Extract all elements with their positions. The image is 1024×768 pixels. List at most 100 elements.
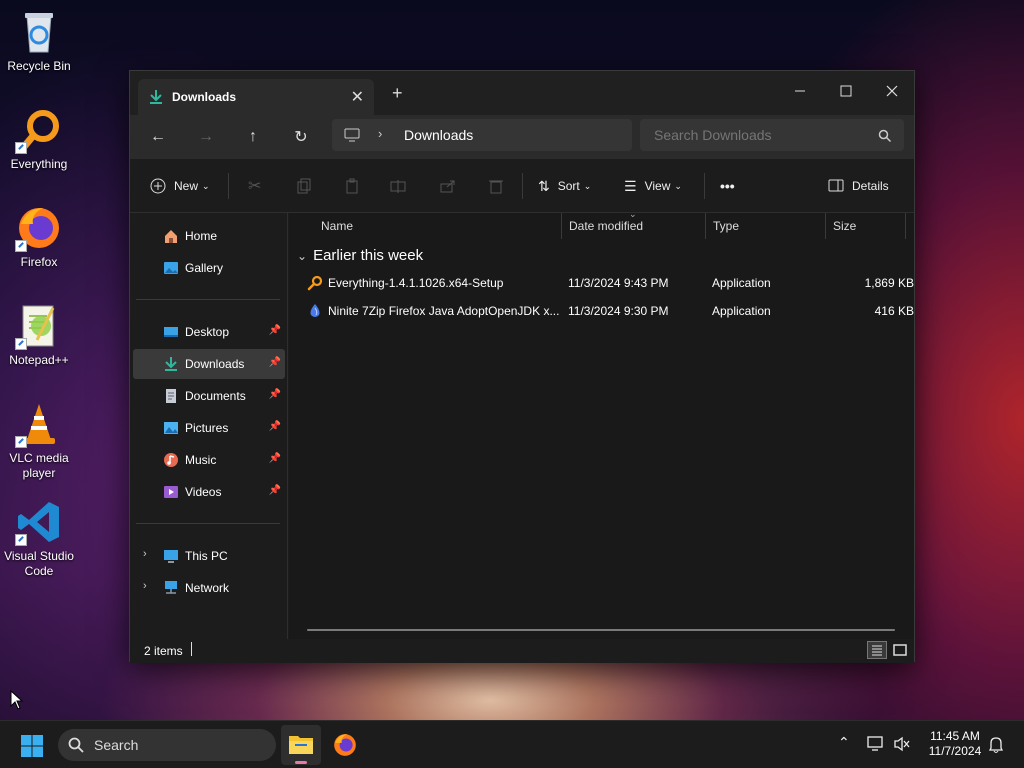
sidebar-item-downloads[interactable]: Downloads 📌 [133,349,285,379]
toolbar-divider [704,173,705,199]
back-button[interactable]: ← [146,125,170,149]
firefox-icon [334,734,356,756]
file-explorer-window: Downloads ✕ + ← → ↑ ↻ › Downloads New ⌄ [129,70,915,663]
minimize-icon [795,90,805,92]
rename-button[interactable] [390,173,406,199]
taskbar-file-explorer-button[interactable] [281,725,321,765]
pin-icon[interactable]: 📌 [269,485,281,496]
sidebar-item-videos[interactable]: Videos 📌 [133,477,285,507]
column-divider[interactable] [561,213,562,239]
desktop-icon-vscode[interactable]: Visual Studio Code [2,498,76,579]
firefox-icon [15,204,63,252]
pin-icon[interactable]: 📌 [269,325,281,336]
share-button[interactable] [440,173,456,199]
tab-downloads[interactable]: Downloads ✕ [138,79,374,115]
notepad-plus-plus-icon [15,302,63,350]
pin-icon[interactable]: 📌 [269,453,281,464]
clock[interactable]: 11:45 AM 11/7/2024 [920,729,990,759]
address-bar[interactable]: › Downloads [332,119,632,151]
pin-icon[interactable]: 📌 [269,357,281,368]
monitor-icon [164,550,178,563]
search-input[interactable] [640,119,904,151]
copy-button[interactable] [296,173,312,199]
sidebar-item-label: Downloads [185,357,245,371]
address-location[interactable]: Downloads [404,127,473,143]
sort-button-label: Sort [557,179,580,193]
tiles-view-icon [893,644,907,656]
column-divider[interactable] [825,213,826,239]
close-button[interactable] [870,77,914,105]
up-button[interactable]: ↑ [241,125,265,149]
network-status-button[interactable] [867,736,885,755]
chevron-right-icon: › [378,126,383,141]
column-divider[interactable] [905,213,906,239]
cut-button[interactable]: ✂ [248,173,261,199]
file-type: Application [712,276,771,290]
scissors-icon: ✂ [248,178,262,195]
file-date: 11/3/2024 9:30 PM [568,304,669,318]
paste-button[interactable] [344,173,360,199]
sidebar-item-network[interactable]: › Network [133,573,285,603]
minimize-button[interactable] [778,77,822,105]
shortcut-arrow-icon [15,436,27,448]
chevron-right-icon[interactable]: › [143,548,147,560]
sort-button[interactable]: ⇅ Sort ⌄ [538,173,591,199]
file-list: Name Date modified ⌄ Type Size ⌄ Earlier… [289,209,914,639]
sidebar-item-desktop[interactable]: Desktop 📌 [133,317,285,347]
notifications-button[interactable] [988,736,1004,757]
desktop-icon-label: Visual Studio Code [4,549,74,578]
sidebar-item-pictures[interactable]: Pictures 📌 [133,413,285,443]
music-icon [164,453,178,467]
desktop-icon-firefox[interactable]: Firefox [2,204,76,270]
forward-button[interactable]: → [194,125,218,149]
sidebar-item-documents[interactable]: Documents 📌 [133,381,285,411]
new-tab-button[interactable]: + [392,83,403,104]
delete-button[interactable] [488,173,504,199]
chevron-right-icon[interactable]: › [143,580,147,592]
download-icon [150,90,162,104]
sidebar-item-home[interactable]: Home [133,221,285,251]
details-view-button[interactable] [867,641,887,659]
trash-icon [489,180,503,194]
column-header-name[interactable]: Name [321,213,353,239]
sidebar-item-this-pc[interactable]: › This PC [133,541,285,571]
videos-icon [164,486,178,498]
sidebar-item-music[interactable]: Music 📌 [133,445,285,475]
arrow-up-icon: ↑ [249,128,257,145]
desktop-icon-notepad-plus-plus[interactable]: Notepad++ [2,302,76,368]
chevron-down-icon: ⌄ [297,248,308,263]
details-pane-button[interactable]: Details [828,173,889,199]
taskbar-firefox-button[interactable] [332,732,358,761]
new-button[interactable]: New ⌄ [150,173,210,199]
pin-icon[interactable]: 📌 [269,421,281,432]
bell-icon [988,737,1004,753]
more-options-button[interactable]: ••• [720,173,735,199]
tiles-view-button[interactable] [890,641,910,659]
column-header-type[interactable]: Type [713,213,739,239]
desktop-icon-vlc[interactable]: VLC media player [2,400,76,481]
tab-close-button[interactable]: ✕ [351,87,364,107]
maximize-button[interactable] [824,77,868,105]
horizontal-scrollbar[interactable] [307,629,895,631]
file-row[interactable]: Everything-1.4.1.1026.x64-Setup 11/3/202… [303,269,914,297]
refresh-button[interactable]: ↻ [289,125,313,149]
taskbar-search-box[interactable]: Search [58,729,276,761]
show-hidden-icons-button[interactable]: ⌃ [838,734,850,751]
desktop-icon-recycle-bin[interactable]: Recycle Bin [2,8,76,74]
sidebar-item-label: Gallery [185,261,224,275]
start-button[interactable] [20,734,44,761]
column-divider[interactable] [705,213,706,239]
home-icon [165,230,177,243]
view-button[interactable]: ☰ View ⌄ [624,173,682,199]
vlc-cone-icon [15,400,63,448]
file-row[interactable]: Ninite 7Zip Firefox Java AdoptOpenJDK x.… [303,297,914,325]
column-header-size[interactable]: Size [833,213,856,239]
sidebar-item-gallery[interactable]: Gallery [133,253,285,283]
volume-button[interactable] [893,736,911,755]
sidebar-divider [136,299,280,300]
desktop-icon-everything[interactable]: Everything [2,106,76,172]
details-pane-icon [828,179,844,192]
pin-icon[interactable]: 📌 [269,389,281,400]
taskbar: Search ⌃ 11:45 AM 11/7/2024 [0,720,1024,768]
group-header[interactable]: ⌄ Earlier this week [297,247,423,264]
